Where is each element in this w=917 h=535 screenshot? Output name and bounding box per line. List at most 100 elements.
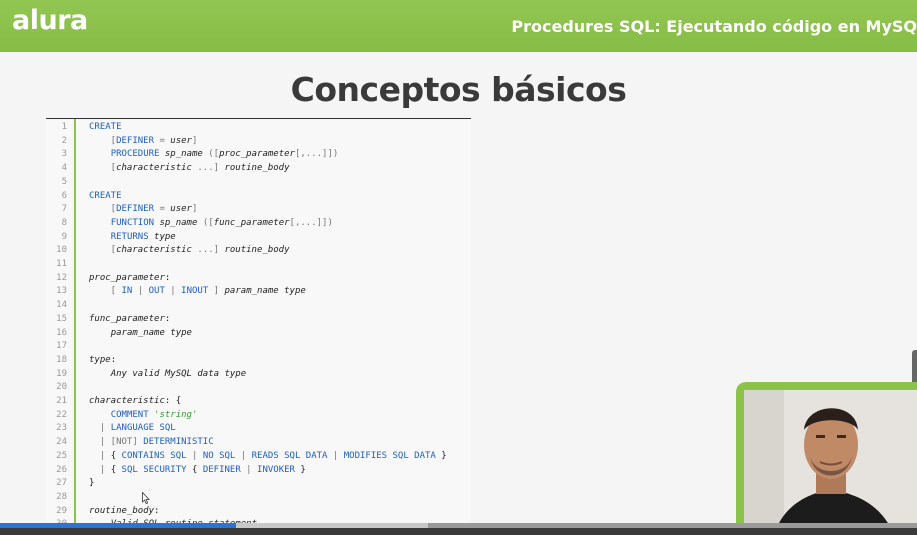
code-line: 11 — [46, 258, 471, 272]
code-line: 7 [DEFINER = user] — [46, 203, 471, 217]
code-token: { — [110, 464, 122, 475]
code-token: routine_body — [89, 505, 155, 516]
code-token: NO SQL — [202, 450, 236, 461]
code-token: Any valid MySQL data type — [110, 368, 247, 379]
code-token: CREATE — [89, 190, 122, 201]
line-number: 6 — [61, 190, 67, 201]
line-number: 27 — [56, 478, 67, 489]
code-token: [ — [89, 204, 117, 215]
code-text: | LANGUAGE SQL — [89, 422, 176, 436]
code-token: ([ — [202, 149, 220, 160]
code-token: func_parameter — [213, 217, 290, 228]
line-number: 13 — [56, 286, 67, 297]
code-token: | — [235, 450, 252, 461]
code-token: : — [154, 505, 160, 516]
line-number: 23 — [56, 423, 67, 434]
line-number: 16 — [56, 327, 67, 338]
code-token: | — [89, 450, 111, 461]
code-token: func_parameter — [89, 313, 165, 324]
code-text: func_parameter: — [89, 313, 170, 327]
code-text: } — [89, 477, 94, 491]
code-line: 23 | LANGUAGE SQL — [46, 422, 471, 436]
code-text: [ IN | OUT | INOUT ] param_name type — [89, 285, 306, 299]
slide-title: Conceptos básicos — [290, 70, 627, 109]
code-token: : — [110, 354, 117, 365]
code-token: characteristic — [89, 396, 165, 406]
code-token: : — [164, 313, 171, 324]
code-token: READS SQL DATA — [251, 450, 328, 461]
code-line: 10 [characteristic ...] routine_body — [46, 244, 471, 258]
code-line: 5 — [46, 176, 471, 190]
line-number: 11 — [56, 259, 67, 269]
code-line: 13 [ IN | OUT | INOUT ] param_name type — [46, 285, 471, 299]
code-line: 15 func_parameter: — [46, 313, 471, 327]
code-token: RETURNS — [110, 231, 149, 242]
code-text: | { CONTAINS SQL | NO SQL | READS SQL DA… — [89, 450, 447, 464]
top-bar: alura Procedures SQL: Ejecutando código … — [0, 0, 917, 52]
code-token: [,...]]) — [289, 217, 333, 228]
line-number: 2 — [61, 135, 67, 146]
code-line: 28 — [46, 491, 471, 505]
code-token: OUT — [148, 286, 165, 297]
code-text: proc_parameter: — [89, 272, 170, 286]
code-token: 'string' — [154, 409, 198, 420]
code-token: [ — [89, 245, 117, 256]
code-block: 1 CREATE 2 [DEFINER = user] 3 PROCEDURE sp_… — [46, 118, 471, 525]
code-line: 1 CREATE — [46, 121, 471, 135]
code-token: DETERMINISTIC — [143, 437, 214, 448]
code-line: 22 COMMENT 'string' — [46, 409, 471, 423]
code-token: ...] — [191, 245, 225, 256]
line-number: 3 — [61, 149, 67, 160]
line-number: 12 — [56, 272, 67, 283]
line-number: 20 — [56, 382, 67, 393]
code-text: RETURNS type — [89, 231, 176, 245]
code-token: param_name type — [110, 327, 192, 338]
code-line: 14 — [46, 299, 471, 313]
code-token: : — [164, 272, 171, 283]
code-token: param_name type — [224, 286, 306, 297]
webcam-overlay — [736, 382, 917, 535]
code-token: = — [154, 135, 171, 146]
code-token: user — [170, 135, 192, 146]
code-token: | — [164, 286, 182, 297]
code-token: proc_parameter — [219, 149, 295, 160]
code-token: routine_body — [224, 163, 290, 174]
code-line: 16 param_name type — [46, 327, 471, 341]
code-token: { — [186, 464, 203, 475]
code-text: CREATE — [89, 121, 122, 135]
code-token: | — [89, 423, 111, 434]
code-token: ([ — [197, 217, 214, 228]
line-number: 29 — [56, 505, 67, 516]
code-token: INOUT — [181, 286, 209, 297]
code-token: type — [154, 231, 176, 242]
code-token: CREATE — [89, 122, 122, 132]
line-number: 4 — [61, 163, 67, 174]
code-token: [ — [89, 135, 117, 146]
code-token: [ — [89, 163, 117, 174]
code-line: 19 Any valid MySQL data type — [46, 368, 471, 382]
line-number: 10 — [56, 245, 67, 256]
line-number: 5 — [61, 176, 67, 187]
alura-logo[interactable]: alura — [12, 5, 88, 36]
code-token: = — [154, 204, 171, 215]
code-text: PROCEDURE sp_name ([proc_parameter[,...]… — [89, 148, 339, 162]
code-token: PROCEDURE — [110, 149, 160, 160]
line-number: 17 — [56, 341, 67, 352]
code-token: IN — [121, 286, 133, 297]
code-line: 9 RETURNS type — [46, 231, 471, 245]
code-token: } — [89, 478, 95, 489]
code-text: routine_body: — [89, 505, 159, 519]
code-line: 4 [characteristic ...] routine_body — [46, 162, 471, 176]
code-text: [DEFINER = user] — [89, 135, 198, 149]
line-number: 9 — [61, 231, 67, 242]
code-line: 26 | { SQL SECURITY { DEFINER | INVOKER … — [46, 464, 471, 478]
code-text: [characteristic ...] routine_body — [89, 162, 290, 176]
code-token: | — [132, 286, 149, 297]
line-number: 7 — [61, 204, 67, 215]
code-token: CONTAINS SQL — [121, 450, 187, 461]
